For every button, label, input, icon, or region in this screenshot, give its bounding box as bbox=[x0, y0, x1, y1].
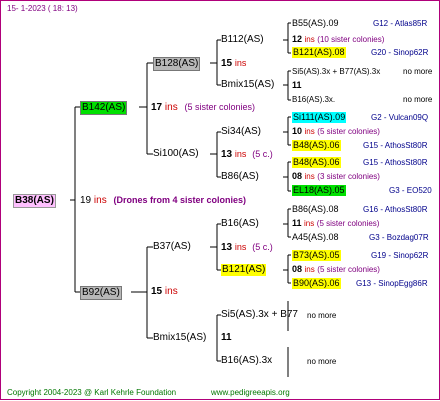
queen-l3-6[interactable]: B121(AS) bbox=[221, 264, 267, 276]
l4-3-name[interactable]: B121(AS).08 bbox=[292, 47, 346, 58]
l3-5-ins: ins bbox=[234, 242, 247, 252]
queen-l3-8[interactable]: B16(AS).3x bbox=[221, 355, 272, 367]
mother-ins: ins bbox=[164, 286, 178, 297]
l4-3-group: G20 - Sinop62R bbox=[371, 48, 429, 57]
father-generation: 17 ins (5 sister colonies) bbox=[151, 101, 255, 114]
l4-17-generation: 08 ins (5 sister colonies) bbox=[292, 264, 380, 275]
l4-14-generation: 11 ins (5 sister colonies) bbox=[292, 218, 379, 229]
fm-gen: 13 bbox=[221, 149, 233, 160]
l4-2-note: (10 sister colonies) bbox=[317, 35, 385, 44]
l4-18-group: G13 - SinopEgg86R bbox=[356, 279, 428, 288]
l3-5-gen: 13 bbox=[221, 242, 233, 253]
queen-l3-3[interactable]: Si34(AS) bbox=[221, 126, 261, 138]
queen-mf[interactable]: B37(AS) bbox=[153, 241, 191, 253]
pedigree-frame: 15- 1-2023 ( 18: 13) Copyright 2004-2023… bbox=[0, 0, 440, 400]
fm-note: (5 c.) bbox=[252, 149, 273, 159]
l4-14-gen: 11 bbox=[292, 218, 302, 228]
father-gen: 17 bbox=[151, 102, 163, 113]
l3-8-no-more: no more bbox=[307, 357, 337, 366]
l4-2-generation: 12 ins (10 sister colonies) bbox=[292, 34, 384, 45]
l4-2-ins: ins bbox=[304, 35, 315, 44]
l4-15-group: G3 - Bozdag07R bbox=[369, 233, 429, 242]
queen-l3-7[interactable]: Si5(AS).3x + B77 bbox=[221, 309, 298, 321]
l4-16-name[interactable]: B73(AS).05 bbox=[292, 250, 341, 261]
root-ins: ins bbox=[93, 195, 107, 206]
l4-6-no-more: no more bbox=[403, 95, 433, 104]
queen-l3-2[interactable]: Bmix15(AS) bbox=[221, 79, 274, 91]
queen-ff[interactable]: B128(AS) bbox=[153, 57, 201, 71]
l4-17-ins: ins bbox=[304, 265, 315, 274]
l4-2-gen: 12 bbox=[292, 34, 303, 44]
l4-8-gen: 10 bbox=[292, 126, 303, 136]
l4-4-no-more: no more bbox=[403, 67, 433, 76]
queen-mother[interactable]: B92(AS) bbox=[80, 286, 122, 300]
queen-fm[interactable]: Si100(AS) bbox=[153, 148, 199, 160]
l4-15-name[interactable]: A45(AS).08 bbox=[292, 232, 339, 243]
l4-13-group: G16 - AthosSt80R bbox=[363, 205, 428, 214]
l4-8-note: (5 sister colonies) bbox=[317, 127, 380, 136]
queen-root[interactable]: B38(AS) bbox=[13, 194, 56, 208]
root-gen: 19 bbox=[80, 195, 92, 206]
queen-father[interactable]: B142(AS) bbox=[80, 101, 128, 115]
l4-11-note: (3 sister colonies) bbox=[317, 172, 380, 181]
copyright: Copyright 2004-2023 @ Karl Kehrle Founda… bbox=[7, 388, 177, 397]
l4-6-name[interactable]: B16(AS).3x. bbox=[292, 94, 335, 105]
mother-generation: 15 ins bbox=[151, 286, 178, 298]
l3-5-note: (5 c.) bbox=[252, 242, 273, 252]
fm-generation: 13 ins (5 c.) bbox=[221, 148, 273, 161]
l4-11-gen: 08 bbox=[292, 171, 303, 181]
print-date: 15- 1-2023 ( 18: 13) bbox=[7, 4, 78, 13]
father-ins: ins bbox=[164, 102, 178, 113]
l4-11-generation: 08 ins (3 sister colonies) bbox=[292, 171, 380, 182]
queen-l3-1[interactable]: B112(AS) bbox=[221, 34, 264, 46]
l4-12-group: G3 - EO520 bbox=[389, 186, 432, 195]
site-link[interactable]: www.pedigreeapis.org bbox=[211, 387, 290, 398]
ff-generation: 15 ins bbox=[221, 57, 246, 70]
l4-10-group: G15 - AthosSt80R bbox=[363, 158, 428, 167]
l4-9-group: G15 - AthosSt80R bbox=[363, 141, 428, 150]
l4-5-gen: 11 bbox=[292, 80, 302, 90]
l3-7-no-more: no more bbox=[307, 311, 337, 320]
l4-8-generation: 10 ins (5 sister colonies) bbox=[292, 126, 380, 137]
l4-9-name[interactable]: B48(AS).06 bbox=[292, 140, 341, 151]
l4-14-ins: ins bbox=[304, 219, 315, 228]
l4-1-name[interactable]: B55(AS).09 bbox=[292, 18, 339, 29]
queen-l3-4[interactable]: B86(AS) bbox=[221, 171, 259, 183]
mother-gen: 15 bbox=[151, 286, 163, 297]
l4-13-name[interactable]: B86(AS).08 bbox=[292, 204, 339, 215]
fm-ins: ins bbox=[234, 149, 247, 159]
l4-14-note: (5 sister colonies) bbox=[316, 219, 380, 228]
root-note: (Drones from 4 sister colonies) bbox=[113, 195, 247, 205]
l4-17-gen: 08 bbox=[292, 264, 303, 274]
queen-l3-5[interactable]: B16(AS) bbox=[221, 218, 259, 230]
ff-ins: ins bbox=[234, 58, 247, 68]
l4-7-name[interactable]: Si111(AS).09 bbox=[292, 112, 347, 123]
l4-11-ins: ins bbox=[304, 172, 315, 181]
mm-gen: 11 bbox=[221, 332, 232, 343]
l3-5-generation: 13 ins (5 c.) bbox=[221, 241, 273, 254]
l4-8-ins: ins bbox=[304, 127, 315, 136]
ff-gen: 15 bbox=[221, 58, 233, 69]
l4-17-note: (5 sister colonies) bbox=[317, 265, 380, 274]
l4-16-group: G19 - Sinop62R bbox=[371, 251, 429, 260]
queen-mm[interactable]: Bmix15(AS) bbox=[153, 332, 206, 344]
l4-12-name[interactable]: EL18(AS).05 bbox=[292, 185, 346, 196]
father-note: (5 sister colonies) bbox=[184, 102, 256, 112]
l4-1-group: G12 - Atlas85R bbox=[373, 19, 428, 28]
root-generation: 19 ins (Drones from 4 sister colonies) bbox=[80, 194, 246, 207]
l4-10-name[interactable]: B48(AS).06 bbox=[292, 157, 341, 168]
l4-4-name[interactable]: Si5(AS).3x + B77(AS).3x bbox=[292, 66, 380, 77]
l4-18-name[interactable]: B90(AS).06 bbox=[292, 278, 341, 289]
l4-7-group: G2 - Vulcan09Q bbox=[371, 113, 429, 122]
